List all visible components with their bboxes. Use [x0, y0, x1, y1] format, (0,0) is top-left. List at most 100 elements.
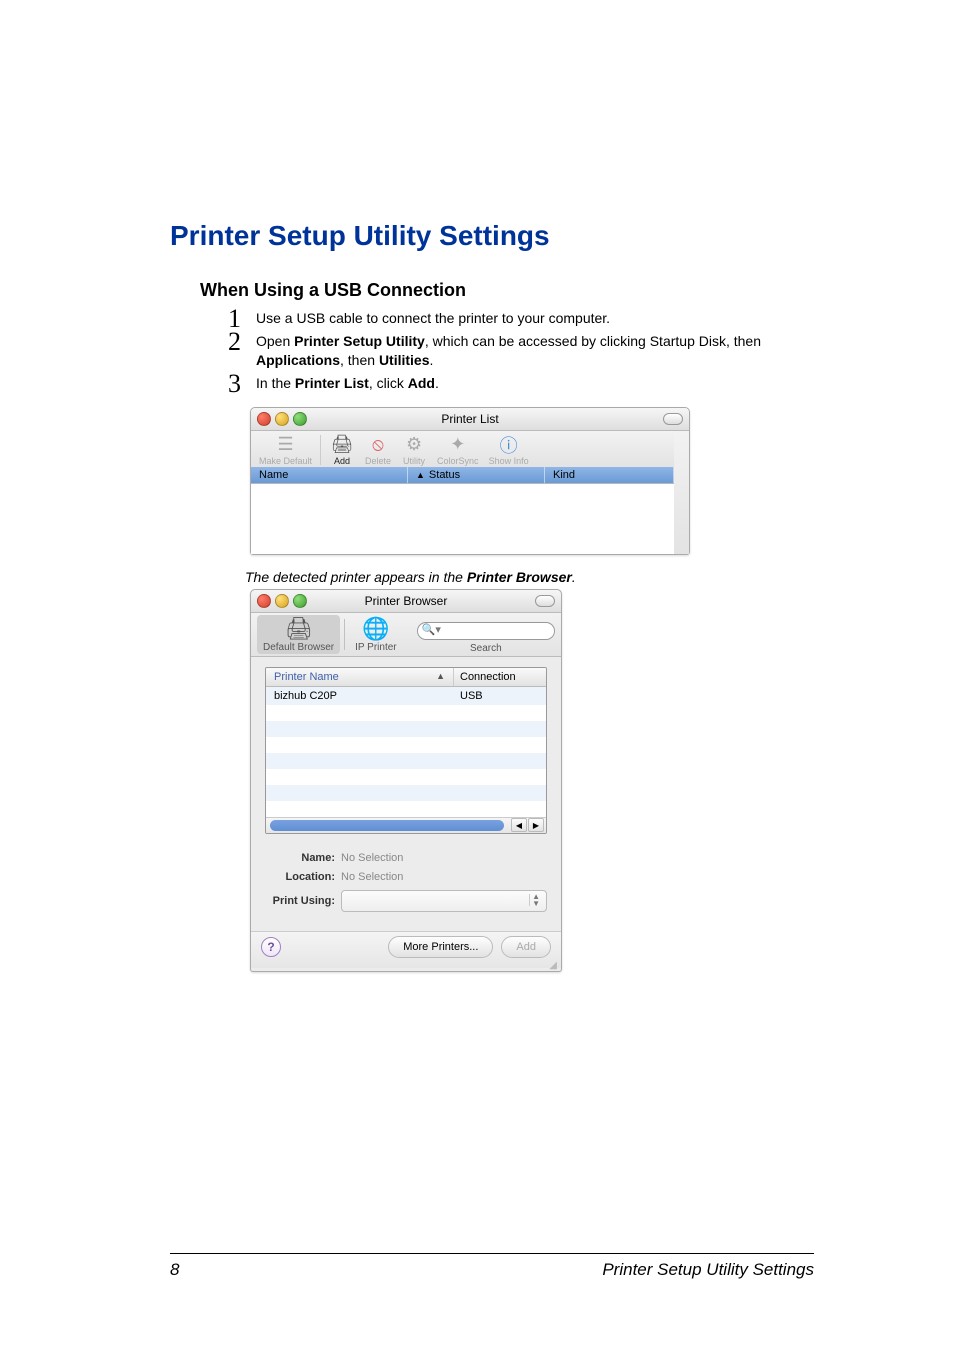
close-icon[interactable] — [257, 412, 271, 426]
list-blank-rows — [266, 705, 546, 817]
search-label: Search — [470, 643, 502, 654]
step-3: 3 In the Printer List, click Add. — [228, 374, 814, 393]
step-2-pre: Open — [256, 333, 294, 349]
utility-button[interactable]: ⚙ Utility — [397, 433, 431, 467]
help-button[interactable]: ? — [261, 937, 281, 957]
printer-details-form: Name: No Selection Location: No Selectio… — [265, 852, 547, 912]
tab-ip-printer-label: IP Printer — [355, 642, 397, 653]
step-2-post: . — [430, 352, 434, 368]
step-1: 1 Use a USB cable to connect the printer… — [228, 309, 814, 328]
page-number: 8 — [170, 1260, 179, 1280]
column-status[interactable]: ▲Status — [408, 467, 545, 483]
step-3-b1: Printer List — [295, 375, 369, 391]
scrollbar-track[interactable] — [270, 820, 504, 831]
page-title: Printer Setup Utility Settings — [170, 220, 814, 252]
name-value: No Selection — [341, 852, 547, 864]
colorsync-icon: ✦ — [445, 434, 471, 456]
name-label: Name: — [265, 852, 335, 864]
utility-label: Utility — [403, 456, 425, 466]
printer-browser-list: Printer Name ▲ Connection bizhub C20P US… — [265, 667, 547, 834]
step-3-pre: In the — [256, 375, 295, 391]
add-printer-button[interactable]: Add — [501, 936, 551, 958]
window-controls — [257, 412, 307, 426]
printer-list-titlebar[interactable]: Printer List — [251, 408, 689, 431]
print-using-label: Print Using: — [265, 895, 335, 907]
horizontal-scrollbar[interactable]: ◀ ▶ — [266, 817, 546, 833]
printer-list-window: Printer List ☰ Make Default 🖨 Add ⦸ — [250, 407, 690, 555]
colorsync-button[interactable]: ✦ ColorSync — [433, 433, 483, 467]
tab-default-browser[interactable]: 🖨 Default Browser — [257, 615, 340, 654]
scroll-left-icon[interactable]: ◀ — [511, 818, 527, 832]
printer-browser-titlebar[interactable]: Printer Browser — [251, 590, 561, 613]
step-3-number: 3 — [228, 366, 241, 401]
printer-list-scrollbar[interactable] — [674, 431, 689, 554]
step-2-number: 2 — [228, 324, 241, 359]
ip-printer-icon: 🌐 — [362, 616, 389, 642]
step-3-text: In the Printer List, click Add. — [256, 375, 439, 391]
caption-text: The detected printer appears in the Prin… — [245, 569, 814, 585]
window-controls — [257, 594, 307, 608]
delete-button[interactable]: ⦸ Delete — [361, 433, 395, 467]
add-label: Add — [334, 456, 350, 466]
caption-pre: The detected printer appears in the — [245, 569, 467, 585]
scroll-right-icon[interactable]: ▶ — [528, 818, 544, 832]
zoom-icon[interactable] — [293, 594, 307, 608]
delete-icon: ⦸ — [365, 434, 391, 456]
footer-text: Printer Setup Utility Settings — [602, 1260, 814, 1280]
printer-list-body[interactable] — [251, 483, 674, 554]
printer-name-value: bizhub C20P — [266, 687, 454, 705]
colorsync-label: ColorSync — [437, 456, 479, 466]
minimize-icon[interactable] — [275, 594, 289, 608]
search-icon: 🔍▾ — [422, 623, 441, 636]
column-printer-name[interactable]: Printer Name ▲ — [266, 668, 454, 686]
info-icon: ⓘ — [496, 434, 522, 456]
make-default-button[interactable]: ☰ Make Default — [255, 433, 316, 467]
add-printer-icon: 🖨 — [329, 434, 355, 456]
make-default-icon: ☰ — [273, 434, 299, 456]
column-kind[interactable]: Kind — [545, 467, 674, 483]
resize-grip-icon[interactable]: ◢ — [251, 960, 561, 971]
step-2-text: Open Printer Setup Utility, which can be… — [256, 333, 761, 368]
tab-ip-printer[interactable]: 🌐 IP Printer — [349, 615, 403, 654]
step-2-b2: Applications — [256, 352, 340, 368]
toolbar-toggle-icon[interactable] — [663, 413, 683, 425]
step-2-mid1: , which can be accessed by clicking Star… — [425, 333, 761, 349]
location-value: No Selection — [341, 871, 547, 883]
step-2-mid2: , then — [340, 352, 379, 368]
tab-default-browser-label: Default Browser — [263, 642, 334, 653]
zoom-icon[interactable] — [293, 412, 307, 426]
toolbar-toggle-icon[interactable] — [535, 595, 555, 607]
caption-post: . — [572, 569, 576, 585]
column-printer-name-label: Printer Name — [274, 671, 339, 683]
location-label: Location: — [265, 871, 335, 883]
steps-list: 1 Use a USB cable to connect the printer… — [228, 309, 814, 393]
column-name[interactable]: Name — [251, 467, 408, 483]
column-status-label: Status — [429, 469, 460, 481]
search-group: 🔍▾ Search — [417, 622, 555, 654]
printer-browser-columns: Printer Name ▲ Connection — [266, 668, 546, 687]
step-3-mid: , click — [369, 375, 408, 391]
printer-list-toolbar: ☰ Make Default 🖨 Add ⦸ Delete ⚙ Utilit — [251, 431, 674, 467]
printer-list-columns: Name ▲Status Kind — [251, 467, 674, 483]
section-subheading: When Using a USB Connection — [200, 280, 814, 301]
print-using-select[interactable]: ▲▼ — [341, 890, 547, 912]
printer-browser-title: Printer Browser — [365, 594, 448, 608]
step-1-text: Use a USB cable to connect the printer t… — [256, 310, 610, 326]
show-info-button[interactable]: ⓘ Show Info — [485, 433, 533, 467]
caption-bold: Printer Browser — [467, 569, 572, 585]
printer-browser-window: Printer Browser 🖨 Default Browser 🌐 IP P… — [250, 589, 562, 972]
column-connection[interactable]: Connection — [454, 668, 546, 686]
printer-browser-toolbar: 🖨 Default Browser 🌐 IP Printer 🔍▾ Search — [251, 613, 561, 657]
select-stepper-icon: ▲▼ — [532, 893, 540, 907]
minimize-icon[interactable] — [275, 412, 289, 426]
utility-icon: ⚙ — [401, 434, 427, 456]
more-printers-button[interactable]: More Printers... — [388, 936, 493, 958]
add-button[interactable]: 🖨 Add — [325, 433, 359, 467]
close-icon[interactable] — [257, 594, 271, 608]
list-item[interactable]: bizhub C20P USB — [266, 687, 546, 705]
printer-list-title: Printer List — [441, 412, 498, 426]
default-browser-icon: 🖨 — [285, 616, 313, 642]
sort-ascending-icon: ▲ — [436, 671, 445, 681]
make-default-label: Make Default — [259, 456, 312, 466]
step-2-b3: Utilities — [379, 352, 430, 368]
